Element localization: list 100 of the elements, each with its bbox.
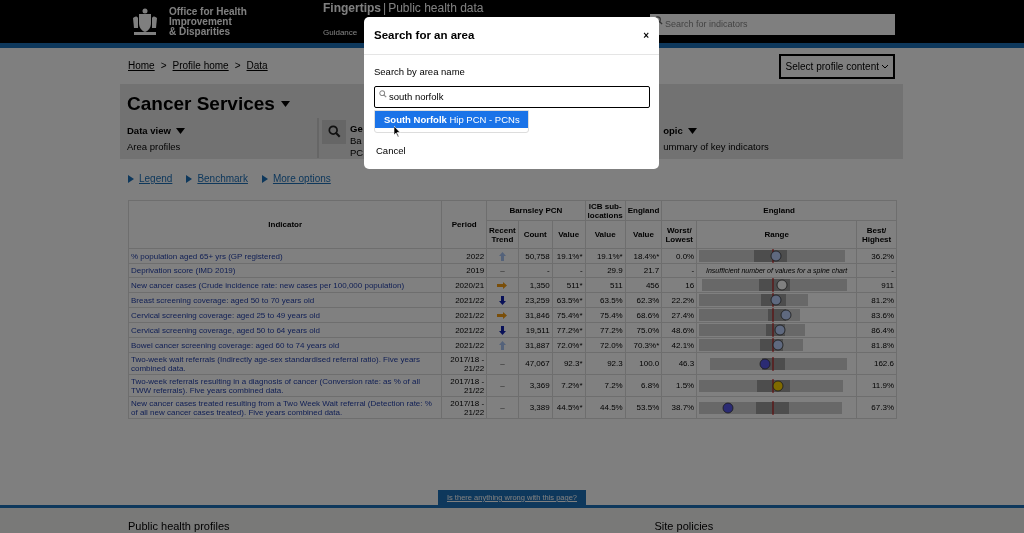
table-cell: 31,887 <box>518 337 553 353</box>
indicator-link[interactable]: Two-week wait referrals (Indirectly age-sex standardised referral ratio). Five years combined data. <box>128 352 442 375</box>
table-cell: 44.5% <box>585 396 626 419</box>
field-label: Search by area name <box>374 65 466 79</box>
indicator-link[interactable]: Two-week referrals resulting in a diagnosis of cancer (Conversion rate: as % of all TWW referrals). Five years combined data. <box>128 374 442 397</box>
table-cell: 48.6% <box>661 322 697 338</box>
suggestion-item[interactable]: South Norfolk Hip PCN - PCNs <box>375 111 528 129</box>
table-cell: 21.7 <box>625 263 662 278</box>
table-cell: 62.3% <box>625 292 662 308</box>
triangle-icon <box>261 174 268 183</box>
indicator-link[interactable]: Bowel cancer screening coverage: aged 60 to 74 years old <box>128 337 442 353</box>
column-header: Value <box>552 220 586 249</box>
table-cell: 7.2% <box>585 374 626 397</box>
table-cell: 63.5%* <box>552 292 586 308</box>
table-cell: - <box>552 263 586 278</box>
table-cell: 19.1%* <box>552 248 586 264</box>
breadcrumb-link[interactable]: Home <box>128 58 155 73</box>
trend-dash: – <box>500 266 505 275</box>
cancel-button[interactable]: Cancel <box>376 144 406 159</box>
topic-label[interactable]: opic <box>663 123 683 138</box>
indicator-link[interactable]: Deprivation score (IMD 2019) <box>128 263 442 278</box>
site-title[interactable]: Fingertips <box>323 1 381 15</box>
table-cell: 50,758 <box>518 248 553 264</box>
select-profile-content-button[interactable]: Select profile content <box>778 54 895 79</box>
table-cell: 1,350 <box>518 277 553 293</box>
down-arrow-icon <box>498 295 506 305</box>
option-link[interactable]: Benchmark <box>197 171 248 186</box>
triangle-icon <box>128 174 134 183</box>
indicator-link[interactable]: % population aged 65+ yrs (GP registered) <box>128 248 442 264</box>
table-cell: 75.4%* <box>552 307 586 323</box>
table-cell: - <box>661 263 697 278</box>
table-cell: 72.0% <box>585 337 626 353</box>
table-cell: 46.3 <box>661 352 697 375</box>
column-header: Best/ Highest <box>856 220 897 249</box>
caret-icon <box>687 127 697 134</box>
search-icon[interactable] <box>322 119 346 144</box>
table-cell: 1.5% <box>661 374 697 397</box>
area-text: Ba <box>350 134 363 147</box>
indicator-link[interactable]: Cervical screening coverage: aged 25 to 49 years old <box>128 307 442 323</box>
close-button[interactable]: × <box>643 28 649 43</box>
org-name: Office for Health <box>169 7 248 17</box>
up-arrow-icon <box>498 251 506 261</box>
crest-icon <box>130 8 160 36</box>
table-cell: 77.2%* <box>552 322 586 338</box>
indicator-link[interactable]: Cervical screening coverage, aged 50 to 64 years old <box>128 322 442 338</box>
dialog-title: Search for an area <box>374 27 475 43</box>
breadcrumb-separator: > <box>234 59 241 73</box>
table-cell: 16 <box>661 277 697 293</box>
table-cell: 75.4% <box>585 307 626 323</box>
table-cell: 81.2% <box>856 292 897 308</box>
triangle-icon <box>186 174 193 183</box>
data-view-label[interactable]: Data view <box>127 123 171 138</box>
table-cell: 2022 <box>441 248 487 264</box>
breadcrumb-link[interactable]: Data <box>246 58 268 73</box>
footer-heading: Public health profiles <box>128 519 230 533</box>
caret-icon <box>175 127 185 134</box>
right-arrow-icon <box>497 281 508 289</box>
trend-dash: – <box>500 359 505 368</box>
table-cell: 19.1%* <box>585 248 626 264</box>
table-cell: 81.8% <box>856 337 897 353</box>
table-cell: - <box>518 263 553 278</box>
topic-value: ummary of key indicators <box>663 139 769 154</box>
profile-title[interactable]: Cancer Services <box>127 90 275 119</box>
column-header: Indicator <box>128 200 442 249</box>
table-cell: 19,511 <box>518 322 553 338</box>
table-cell: 36.2% <box>856 248 897 264</box>
caret-icon <box>280 101 290 108</box>
indicator-link[interactable]: Breast screening coverage: aged 50 to 70 years old <box>128 292 442 308</box>
table-cell: 911 <box>856 277 897 293</box>
table-cell: 27.4% <box>661 307 697 323</box>
breadcrumb-separator: > <box>160 59 167 73</box>
area-text: Ge <box>350 122 364 135</box>
table-cell: 2021/22 <box>441 292 487 308</box>
column-header: Recent Trend <box>486 220 519 249</box>
indicator-link[interactable]: New cancer cases treated resulting from a Two Week Wait referral (Detection rate: % of all new cancer cases treated). Five years combined data. <box>128 396 442 419</box>
footer-heading: Site policies <box>654 519 714 533</box>
table-cell: 2021/22 <box>441 337 487 353</box>
table-cell: 2019 <box>441 263 487 278</box>
breadcrumb-link[interactable]: Profile home <box>172 58 229 73</box>
column-header: Value <box>625 220 662 249</box>
table-cell: 2017/18 - 21/22 <box>441 352 487 375</box>
table-cell: 2021/22 <box>441 322 487 338</box>
chevron-icon <box>882 64 888 69</box>
option-link[interactable]: More options <box>272 171 331 186</box>
table-cell: 42.1% <box>661 337 697 353</box>
table-cell: 77.2% <box>585 322 626 338</box>
table-cell: 83.6% <box>856 307 897 323</box>
table-cell: - <box>856 263 897 278</box>
table-cell: 70.3%* <box>625 337 662 353</box>
down-arrow-icon <box>498 325 506 335</box>
table-cell: 23,259 <box>518 292 553 308</box>
area-search-field[interactable]: south norfolk <box>374 85 650 108</box>
site-subtitle: Public health data <box>388 1 484 15</box>
org-name: & Disparities <box>169 27 231 37</box>
indicator-link[interactable]: New cancer cases (Crude incidence rate: new cases per 100,000 population) <box>128 277 442 293</box>
group-header: England <box>661 200 897 221</box>
group-header: England <box>625 200 662 221</box>
table-cell: 0.0% <box>661 248 697 264</box>
option-link[interactable]: Legend <box>139 171 173 186</box>
org-name: Improvement <box>169 17 233 27</box>
